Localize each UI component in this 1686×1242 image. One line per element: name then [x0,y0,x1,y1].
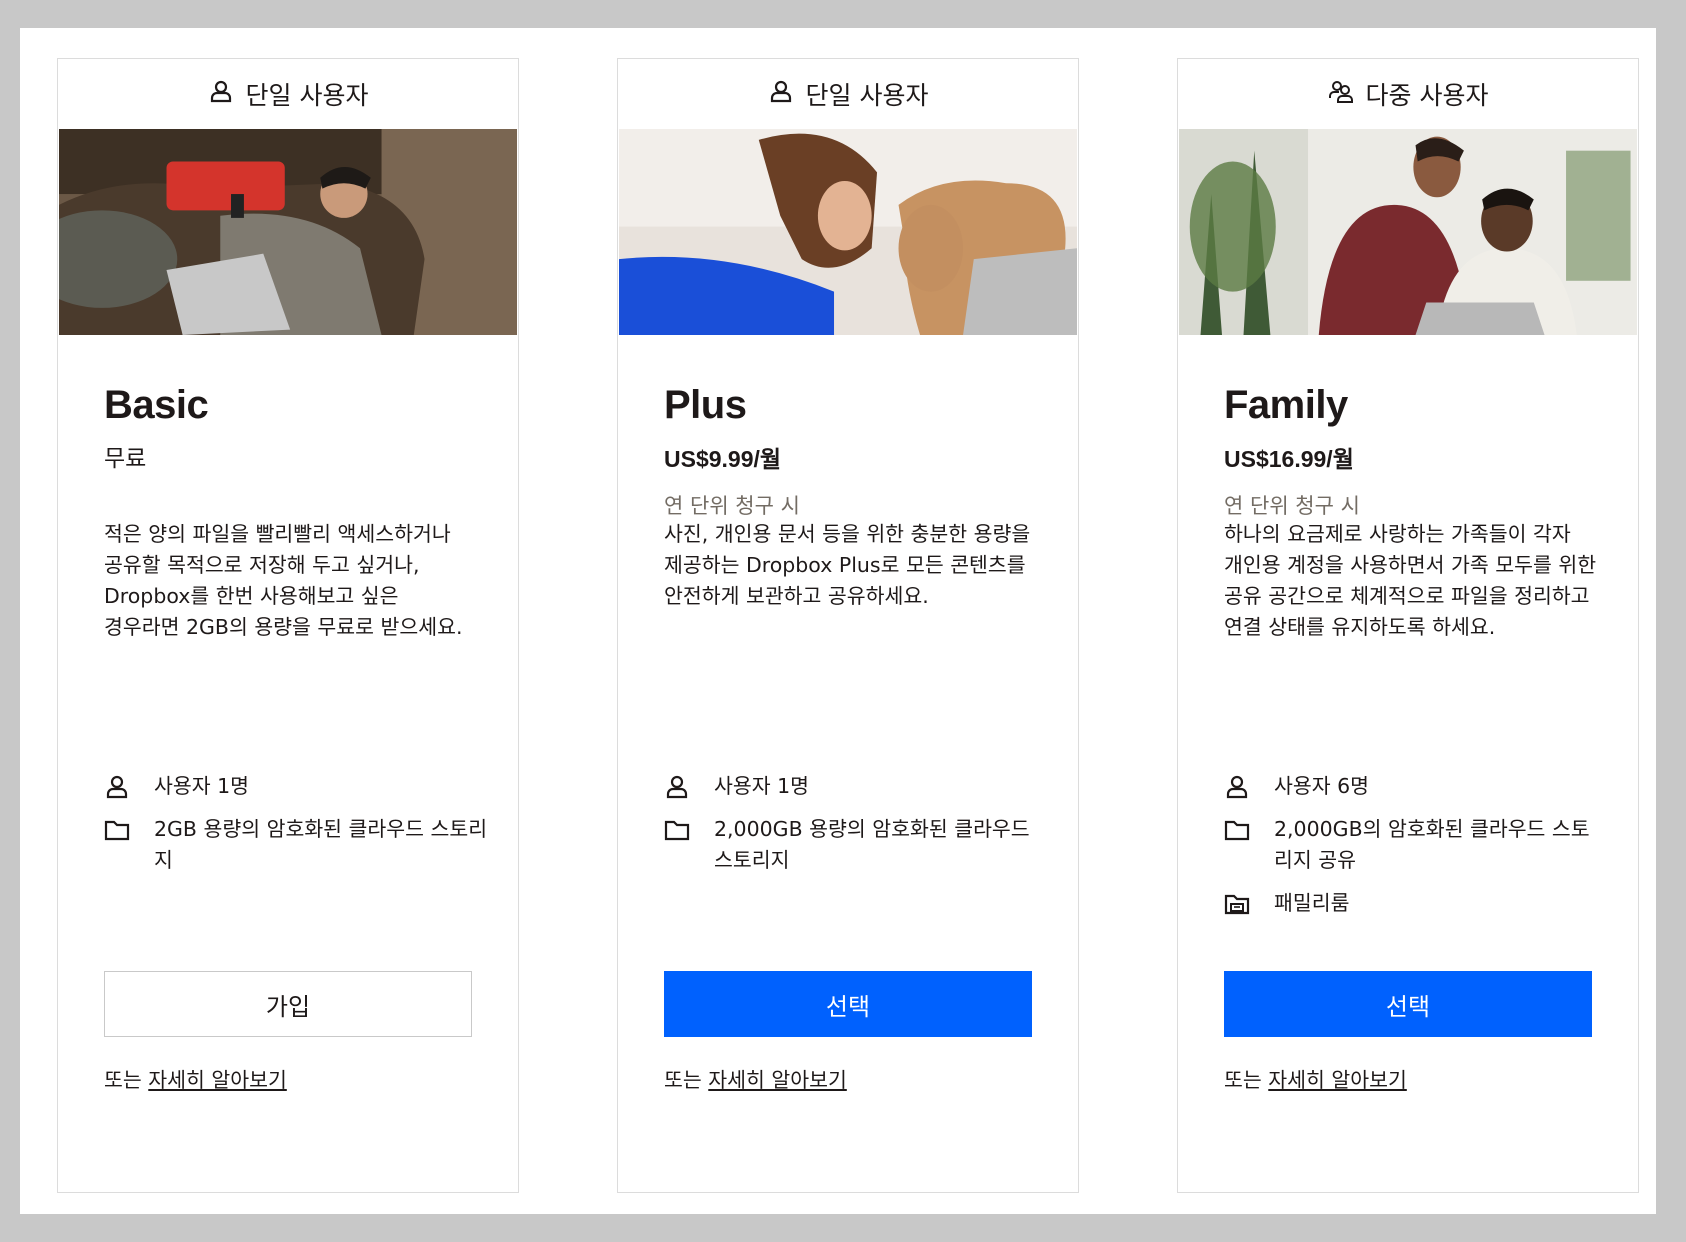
plan-photo [1179,129,1637,335]
feature-text: 2GB 용량의 암호화된 클라우드 스토리지 [154,817,488,872]
user-icon [664,771,714,802]
audience-label: 다중 사용자 [1365,81,1489,110]
learn-more-link[interactable]: 자세히 알아보기 [148,1068,287,1092]
feature-item: 2,000GB의 암호화된 클라우드 스토리지 공유 [1224,814,1608,876]
plan-card-basic: 단일 사용자 Basic 무료 적은 양의 파일을 빨리빨리 액세스하거나 공유… [57,58,519,1193]
feature-item: 2,000GB 용량의 암호화된 클라우드 스토리지 [664,814,1048,876]
plan-description: 사진, 개인용 문서 등을 위한 충분한 용량을 제공하는 Dropbox Pl… [664,522,1031,608]
multi-user-icon [1328,78,1354,110]
billing-note: 연 단위 청구 시 [1224,494,1360,518]
feature-text: 2,000GB의 암호화된 클라우드 스토리지 공유 [1274,817,1590,872]
pricing-page: 단일 사용자 Basic 무료 적은 양의 파일을 빨리빨리 액세스하거나 공유… [20,28,1656,1214]
single-user-icon [768,78,794,110]
or-text: 또는 [104,1068,142,1092]
signup-button[interactable]: 가입 [104,971,472,1037]
plan-description: 적은 양의 파일을 빨리빨리 액세스하거나 공유할 목적으로 저장해 두고 싶거… [104,522,463,639]
feature-text: 사용자 1명 [714,774,809,798]
feature-text: 2,000GB 용량의 암호화된 클라우드 스토리지 [714,817,1030,872]
user-icon [1224,771,1274,802]
or-text: 또는 [1224,1068,1262,1092]
plan-name: Plus [664,383,747,427]
plan-name: Basic [104,383,209,427]
audience-label: 단일 사용자 [805,81,929,110]
feature-text: 사용자 6명 [1274,774,1369,798]
feature-list: 사용자 6명 2,000GB의 암호화된 클라우드 스토리지 공유 패밀리룸 [1224,771,1608,931]
plan-name: Family [1224,383,1348,427]
user-icon [104,771,154,802]
feature-text: 사용자 1명 [154,774,249,798]
billing-note: 연 단위 청구 시 [664,494,800,518]
plan-card-family: 다중 사용자 Family US$16.99/월 연 단위 청구 시 하나의 요… [1177,58,1639,1193]
learn-more-link[interactable]: 자세히 알아보기 [708,1068,847,1092]
single-user-icon [208,78,234,110]
folder-icon [1224,814,1274,845]
plan-card-plus: 단일 사용자 Plus US$9.99/월 연 단위 청구 시 사진, 개인용 … [617,58,1079,1193]
feature-item: 사용자 1명 [104,771,488,802]
plan-price: US$16.99/월 [1224,446,1354,472]
plan-price: US$9.99/월 [664,446,782,472]
card-audience-header: 단일 사용자 [58,59,518,129]
plan-photo [619,129,1077,335]
feature-list: 사용자 1명 2,000GB 용량의 암호화된 클라우드 스토리지 [664,771,1048,888]
plan-price: 무료 [104,446,147,472]
plan-photo [59,129,517,335]
learn-more-line: 또는 자세히 알아보기 [1224,1063,1407,1093]
learn-more-line: 또는 자세히 알아보기 [104,1063,287,1093]
card-audience-header: 다중 사용자 [1178,59,1638,129]
feature-item: 사용자 1명 [664,771,1048,802]
feature-item: 사용자 6명 [1224,771,1608,802]
feature-item: 패밀리룸 [1224,888,1608,919]
select-button[interactable]: 선택 [664,971,1032,1037]
folder-icon [104,814,154,845]
select-button[interactable]: 선택 [1224,971,1592,1037]
family-room-icon [1224,888,1274,919]
learn-more-link[interactable]: 자세히 알아보기 [1268,1068,1407,1092]
card-audience-header: 단일 사용자 [618,59,1078,129]
feature-item: 2GB 용량의 암호화된 클라우드 스토리지 [104,814,488,876]
or-text: 또는 [664,1068,702,1092]
learn-more-line: 또는 자세히 알아보기 [664,1063,847,1093]
feature-text: 패밀리룸 [1274,891,1350,915]
folder-icon [664,814,714,845]
feature-list: 사용자 1명 2GB 용량의 암호화된 클라우드 스토리지 [104,771,488,888]
audience-label: 단일 사용자 [245,81,369,110]
plan-description: 하나의 요금제로 사랑하는 가족들이 각자 개인용 계정을 사용하면서 가족 모… [1224,522,1597,639]
